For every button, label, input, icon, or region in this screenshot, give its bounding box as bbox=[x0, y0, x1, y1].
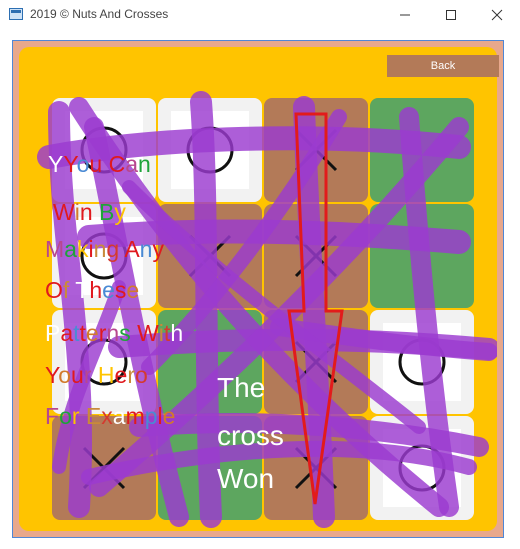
result-line: Won bbox=[217, 463, 275, 494]
game-panel: Back YYou Can Win By Making Any Of These… bbox=[19, 47, 499, 531]
hint-line: Patterns With bbox=[45, 320, 184, 346]
close-button[interactable] bbox=[474, 0, 520, 30]
close-icon bbox=[491, 9, 503, 21]
game-frame: Back YYou Can Win By Making Any Of These… bbox=[12, 40, 504, 538]
hint-line: YYou Can bbox=[48, 151, 151, 177]
hint-line: Making Any bbox=[45, 236, 164, 262]
hint-line: Of These bbox=[45, 277, 140, 303]
hint-line: Your Hero bbox=[45, 362, 148, 388]
maximize-icon bbox=[446, 10, 456, 20]
hint-line: Win By bbox=[53, 199, 126, 225]
app-icon bbox=[9, 8, 23, 20]
result-line: The bbox=[217, 372, 266, 403]
minimize-icon bbox=[400, 14, 410, 16]
hint-line: For Example bbox=[45, 403, 176, 429]
minimize-button[interactable] bbox=[382, 0, 428, 30]
maximize-button[interactable] bbox=[428, 0, 474, 30]
window-title: 2019 © Nuts And Crosses bbox=[30, 7, 169, 21]
result-line: cross bbox=[217, 420, 284, 451]
title-bar: 2019 © Nuts And Crosses bbox=[0, 0, 520, 30]
